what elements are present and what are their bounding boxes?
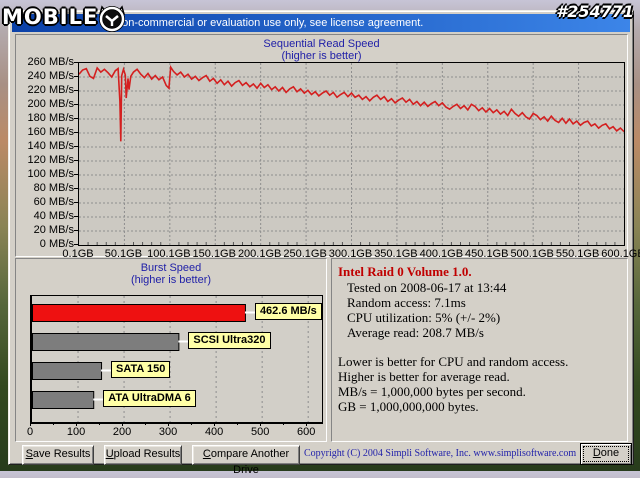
x-axis-tick-label: 500 xyxy=(250,426,270,438)
done-button[interactable]: Done xyxy=(580,443,632,465)
y-axis-tick xyxy=(74,146,78,147)
y-axis-tick-label: 120 MB/s xyxy=(27,154,74,166)
drive-details: Tested on 2008-06-17 at 13:44 Random acce… xyxy=(338,280,623,340)
y-axis-tick-label: 20 MB/s xyxy=(33,224,74,236)
x-axis-tick xyxy=(260,423,262,426)
burst-bar xyxy=(32,362,103,380)
x-axis-minor-tick xyxy=(237,423,239,425)
y-axis-tick-label: 200 MB/s xyxy=(27,98,74,110)
y-axis-tick-label: 160 MB/s xyxy=(27,126,74,138)
info-note-line: MB/s = 1,000,000 bytes per second. xyxy=(338,384,526,399)
x-axis-tick xyxy=(214,423,216,426)
compare-another-drive-button[interactable]: Compare Another Drive xyxy=(192,445,300,476)
drive-name: Intel Raid 0 Volume 1.0. xyxy=(338,264,472,279)
x-axis-tick xyxy=(76,423,78,426)
x-axis-tick xyxy=(168,423,170,426)
done-button-label: Done xyxy=(583,446,629,462)
copyright-text: Copyright (C) 2004 Simpli Software, Inc.… xyxy=(304,448,577,459)
hd-tach-window: non-commercial or evaluation use only, s… xyxy=(8,10,640,476)
mobile01-watermark: MOBILE xyxy=(2,1,128,33)
x-axis-tick xyxy=(306,423,308,426)
info-note-line: Lower is better for CPU and random acces… xyxy=(338,354,569,369)
x-axis-minor-tick xyxy=(145,423,147,425)
x-axis-tick-label: 0 xyxy=(26,426,34,438)
y-axis-tick xyxy=(74,160,78,161)
x-axis-minor-tick xyxy=(99,423,101,425)
watermark-post-id: #254771 xyxy=(556,2,634,21)
y-axis-tick xyxy=(74,216,78,217)
y-axis-tick xyxy=(74,76,78,77)
y-axis-tick xyxy=(74,90,78,91)
x-axis-tick-label: 400 xyxy=(204,426,224,438)
x-axis-tick-label: 600 xyxy=(297,426,316,438)
mobile01-logo-text: MOBILE xyxy=(2,5,99,29)
y-axis-tick-label: 220 MB/s xyxy=(27,84,74,96)
burst-chart-title: Burst Speed xyxy=(140,262,202,274)
x-axis-minor-tick xyxy=(53,423,55,425)
y-axis-tick xyxy=(74,244,78,245)
burst-bar xyxy=(32,391,95,409)
y-axis-tick-label: 260 MB/s xyxy=(27,56,74,68)
info-note-line: GB = 1,000,000,000 bytes. xyxy=(338,399,479,414)
x-axis-tick xyxy=(122,423,124,426)
drive-detail-line: Tested on 2008-06-17 at 13:44 xyxy=(347,280,507,295)
drive-detail-line: CPU utilization: 5% (+/- 2%) xyxy=(347,310,501,325)
y-axis-tick xyxy=(74,118,78,119)
read-chart-plot xyxy=(78,62,625,246)
burst-bar-label: SATA 150 xyxy=(111,361,171,378)
y-axis-tick-label: 100 MB/s xyxy=(27,168,74,180)
info-notes: Lower is better for CPU and random acces… xyxy=(338,354,623,414)
x-axis-tick xyxy=(30,423,31,426)
burst-bar-label: 462.6 MB/s xyxy=(254,303,322,320)
read-chart-subtitle: (higher is better) xyxy=(281,50,362,62)
info-note-line: Higher is better for average read. xyxy=(338,369,510,384)
x-axis-tick-label: 100 xyxy=(66,426,86,438)
drive-info-panel: Intel Raid 0 Volume 1.0. Tested on 2008-… xyxy=(331,258,628,442)
x-axis-tick-label: 200 xyxy=(112,426,132,438)
y-axis-tick xyxy=(74,62,78,63)
y-axis-tick xyxy=(74,132,78,133)
burst-bar xyxy=(32,304,246,322)
burst-bar-label: SCSI Ultra320 xyxy=(188,332,271,349)
mobile01-mascot-icon xyxy=(99,5,126,32)
y-axis-tick xyxy=(74,202,78,203)
burst-speed-panel: Burst Speed (higher is better) 462.6 MB/… xyxy=(15,258,327,442)
y-axis-tick-label: 40 MB/s xyxy=(33,210,74,222)
x-axis-tick-label: 300 xyxy=(158,426,178,438)
drive-detail-line: Random access: 7.1ms xyxy=(347,295,466,310)
read-chart-title: Sequential Read Speed xyxy=(263,38,380,50)
save-results-button[interactable]: Save Results xyxy=(22,445,94,465)
y-axis-tick xyxy=(74,174,78,175)
y-axis-tick xyxy=(74,230,78,231)
upload-results-button[interactable]: Upload Results xyxy=(104,445,182,465)
y-axis-tick xyxy=(74,188,78,189)
burst-bar xyxy=(32,333,180,351)
x-axis-minor-tick xyxy=(283,423,285,425)
drive-detail-line: Average read: 208.7 MB/s xyxy=(347,325,484,340)
y-axis-tick-label: 180 MB/s xyxy=(27,112,74,124)
y-axis-tick-label: 140 MB/s xyxy=(27,140,74,152)
burst-bar-label: ATA UltraDMA 6 xyxy=(103,390,196,407)
y-axis-tick-label: 60 MB/s xyxy=(33,196,74,208)
read-chart-canvas xyxy=(78,63,625,245)
sequential-read-panel: Sequential Read Speed (higher is better)… xyxy=(15,34,640,260)
burst-chart-subtitle: (higher is better) xyxy=(130,274,212,286)
y-axis-tick-label: 240 MB/s xyxy=(27,70,74,82)
y-axis-tick xyxy=(74,104,78,105)
y-axis-tick-label: 80 MB/s xyxy=(33,182,74,194)
x-axis-minor-tick xyxy=(191,423,193,425)
